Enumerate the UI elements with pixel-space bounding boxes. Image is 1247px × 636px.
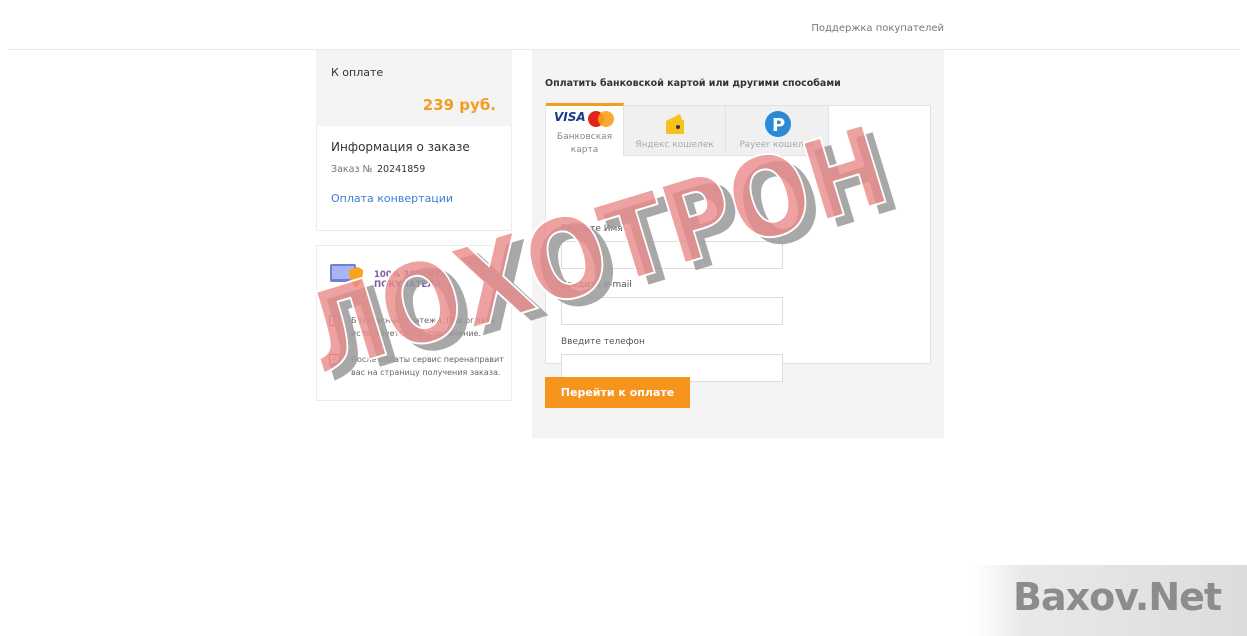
protection-item-text: После оплаты сервис перенаправит вас на …: [351, 355, 504, 377]
site-watermark: Baxov.Net: [975, 565, 1247, 636]
protection-item-text: Безопасные платежи. При оплате используе…: [351, 316, 495, 338]
top-bar: Поддержка покупателей: [8, 0, 1240, 50]
name-input[interactable]: [561, 241, 783, 269]
protection-item: ✓ Безопасные платежи. При оплате использ…: [329, 314, 519, 344]
shield-icon: [330, 262, 364, 290]
amount-label: К оплате: [331, 66, 384, 79]
payment-panel: Оплатить банковской картой или другими с…: [532, 50, 944, 438]
mastercard-icon: [586, 110, 616, 128]
email-input[interactable]: [561, 297, 783, 325]
payeer-icon: P: [764, 110, 792, 141]
check-icon: ✓: [329, 354, 340, 365]
order-info-title: Информация о заказе: [331, 140, 470, 154]
tab-label: Банковская карта: [556, 132, 613, 155]
visa-logo: VISA: [554, 110, 586, 124]
order-number: 20241859: [377, 164, 426, 175]
svg-text:P: P: [772, 115, 785, 136]
protection-title: 100% ЗАЩИТА ПОКУПАТЕЛЯ: [374, 270, 447, 290]
yandex-wallet-icon: [664, 112, 686, 139]
site-watermark-text: Baxov.Net: [1013, 575, 1222, 619]
protection-item: ✓ После оплаты сервис перенаправит вас н…: [329, 353, 519, 383]
buyer-protection: 100% ЗАЩИТА ПОКУПАТЕЛЯ ✓ Безопасные плат…: [316, 245, 512, 401]
amount-box: К оплате 239 руб.: [316, 50, 512, 126]
phone-label: Введите телефон: [561, 337, 645, 347]
tab-label: Payeer кошелек: [739, 140, 815, 150]
tab-yandex-wallet[interactable]: Яндекс кошелек: [624, 106, 726, 156]
check-icon: ✓: [329, 315, 340, 326]
order-number-label: Заказ №: [331, 164, 373, 175]
order-info: Информация о заказе Заказ № 20241859 Опл…: [316, 126, 512, 231]
pay-button[interactable]: Перейти к оплате: [545, 377, 690, 408]
order-sidebar: К оплате 239 руб. Информация о заказе За…: [316, 50, 512, 401]
tab-label: Яндекс кошелек: [635, 140, 714, 150]
name-label: Введите Имя: [561, 224, 623, 234]
tab-bank-card[interactable]: VISA Банковская карта: [546, 103, 624, 156]
payment-form: VISA Банковская карта Яндекс кошелек P P…: [545, 103, 931, 382]
support-link[interactable]: Поддержка покупателей: [811, 23, 944, 34]
amount-value: 239 руб.: [422, 96, 496, 114]
payment-heading: Оплатить банковской картой или другими с…: [545, 78, 841, 89]
order-link[interactable]: Оплата конвертации: [331, 192, 453, 205]
tab-payeer-wallet[interactable]: P Payeer кошелек: [726, 106, 829, 156]
email-label: Введите e-mail: [561, 280, 632, 290]
